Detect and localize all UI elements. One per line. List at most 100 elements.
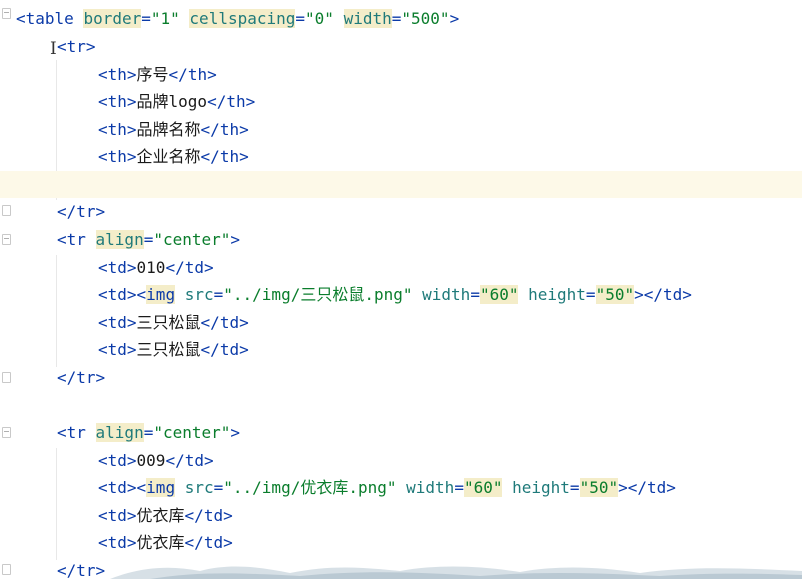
code-token: 三只松鼠 bbox=[136, 313, 201, 332]
code-token: <td> bbox=[98, 313, 137, 332]
code-token: <th> bbox=[98, 147, 137, 166]
code-token: <td>< bbox=[98, 478, 147, 497]
code-token: ></td> bbox=[618, 478, 676, 497]
code-token: </th> bbox=[168, 65, 217, 84]
code-text: <td>三只松鼠</td> bbox=[98, 309, 249, 336]
code-line[interactable]: <th>序号</th> bbox=[0, 61, 802, 88]
code-token: "0" bbox=[305, 9, 334, 28]
fold-toggle-icon[interactable] bbox=[2, 427, 11, 438]
code-line[interactable]: <tr align="center"> bbox=[0, 226, 802, 253]
code-token: = bbox=[143, 230, 154, 249]
code-token: </td> bbox=[165, 258, 214, 277]
code-line[interactable]: <td>010</td> bbox=[0, 254, 802, 281]
code-line[interactable]: <table border="1" cellspacing="0" width=… bbox=[0, 5, 802, 32]
code-line[interactable]: </tr> bbox=[0, 364, 802, 391]
code-token: = bbox=[470, 285, 480, 304]
code-text: <tr> bbox=[57, 33, 96, 60]
code-token: <table bbox=[16, 9, 84, 28]
code-token: </td> bbox=[200, 313, 249, 332]
code-token: width bbox=[406, 478, 455, 497]
code-token: 品牌logo bbox=[136, 92, 208, 111]
code-token: 序号 bbox=[136, 65, 169, 84]
code-token: </tr> bbox=[57, 368, 106, 387]
code-token: width bbox=[422, 285, 471, 304]
code-line[interactable]: <th>品牌logo</th> bbox=[0, 88, 802, 115]
code-token: <th> bbox=[98, 65, 137, 84]
code-token: width bbox=[343, 9, 392, 28]
code-token: 010 bbox=[136, 258, 166, 277]
code-token: 009 bbox=[136, 451, 166, 470]
code-token: border bbox=[83, 9, 142, 28]
fold-end-icon[interactable] bbox=[2, 372, 11, 383]
code-text: <tr align="center"> bbox=[57, 419, 240, 446]
code-token: 优衣库 bbox=[136, 533, 185, 552]
code-token: = bbox=[213, 478, 224, 497]
code-text: <th>品牌logo</th> bbox=[98, 88, 255, 115]
code-token: <tr bbox=[57, 230, 96, 249]
code-token: 企业名称 bbox=[136, 147, 201, 166]
code-token: </th> bbox=[200, 147, 249, 166]
code-token: ></td> bbox=[634, 285, 692, 304]
code-token: "center" bbox=[153, 230, 231, 249]
code-token: img bbox=[146, 478, 176, 497]
code-token: > bbox=[449, 9, 460, 28]
code-token: height bbox=[512, 478, 570, 497]
code-text: <td>三只松鼠</td> bbox=[98, 336, 249, 363]
code-line[interactable]: <td>三只松鼠</td> bbox=[0, 309, 802, 336]
code-token: "../img/三只松鼠.png" bbox=[223, 285, 413, 304]
code-token: "60" bbox=[463, 478, 503, 497]
current-line[interactable] bbox=[0, 171, 802, 198]
fold-end-icon[interactable] bbox=[2, 205, 11, 216]
code-line[interactable]: </tr> bbox=[0, 198, 802, 225]
code-line[interactable]: <td>优衣库</td> bbox=[0, 529, 802, 556]
fold-toggle-icon[interactable] bbox=[2, 8, 11, 19]
code-token: > bbox=[230, 230, 241, 249]
code-token: <tr bbox=[57, 423, 96, 442]
code-token: = bbox=[295, 9, 306, 28]
code-token: </td> bbox=[165, 451, 214, 470]
code-token: </td> bbox=[184, 533, 233, 552]
code-text: <td><img src="../img/优衣库.png" width="60"… bbox=[98, 474, 676, 501]
code-token: <th> bbox=[98, 120, 137, 139]
code-text: <th>序号</th> bbox=[98, 61, 217, 88]
code-token: cellspacing bbox=[189, 9, 296, 28]
code-token: = bbox=[585, 285, 596, 304]
code-line[interactable]: <th>企业名称</th> bbox=[0, 143, 802, 170]
code-text: </tr> bbox=[57, 198, 105, 225]
code-token: = bbox=[391, 9, 402, 28]
code-token: "../img/优衣库.png" bbox=[223, 478, 397, 497]
code-token: "50" bbox=[579, 478, 619, 497]
code-line[interactable]: <td>009</td> bbox=[0, 447, 802, 474]
code-token: "60" bbox=[479, 285, 519, 304]
code-line[interactable]: <tr> bbox=[0, 33, 802, 60]
code-token: align bbox=[95, 423, 144, 442]
code-line[interactable] bbox=[0, 392, 802, 419]
code-token: src bbox=[184, 478, 214, 497]
code-editor[interactable]: <table border="1" cellspacing="0" width=… bbox=[0, 0, 802, 579]
code-line[interactable]: <td><img src="../img/三只松鼠.png" width="60… bbox=[0, 281, 802, 308]
code-token: <tr> bbox=[57, 37, 96, 56]
code-token: "500" bbox=[401, 9, 450, 28]
code-token: 品牌名称 bbox=[136, 120, 201, 139]
code-line[interactable]: <td>三只松鼠</td> bbox=[0, 336, 802, 363]
code-line[interactable]: <tr align="center"> bbox=[0, 419, 802, 446]
code-token: </tr> bbox=[57, 202, 106, 221]
code-line[interactable]: <td>优衣库</td> bbox=[0, 502, 802, 529]
code-token: </td> bbox=[184, 506, 233, 525]
code-token: 三只松鼠 bbox=[136, 340, 201, 359]
code-text: </tr> bbox=[57, 364, 105, 391]
code-line[interactable]: <th>品牌名称</th> bbox=[0, 116, 802, 143]
code-token: height bbox=[528, 285, 586, 304]
code-token: <td>< bbox=[98, 285, 147, 304]
code-text: <td>优衣库</td> bbox=[98, 529, 233, 556]
code-line[interactable]: <td><img src="../img/优衣库.png" width="60"… bbox=[0, 474, 802, 501]
code-text: <th>品牌名称</th> bbox=[98, 116, 249, 143]
code-token: <td> bbox=[98, 533, 137, 552]
code-token: align bbox=[95, 230, 144, 249]
fold-toggle-icon[interactable] bbox=[2, 234, 11, 245]
